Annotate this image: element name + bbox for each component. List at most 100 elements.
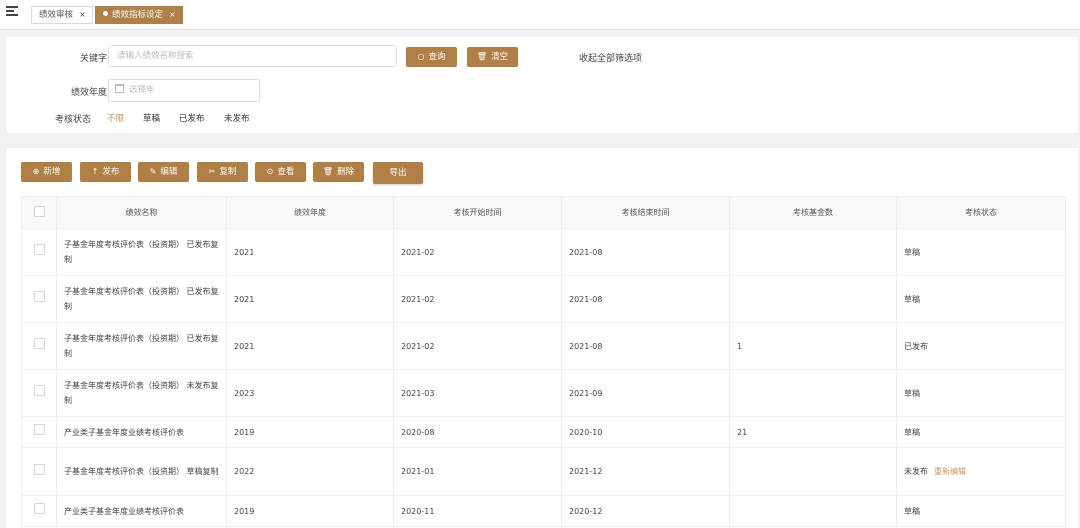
column-header-name[interactable]: 绩效名称 (56, 196, 227, 229)
search-icon: ○ (417, 52, 425, 61)
cell-year: 2021 (226, 275, 394, 323)
row-checkbox[interactable] (33, 385, 45, 396)
status-text: 草稿 (904, 427, 920, 437)
search-button[interactable]: ○ 查询 (406, 47, 457, 67)
column-header-status[interactable]: 考核状态 (896, 196, 1066, 229)
cell-start: 2021-03 (393, 369, 562, 417)
edit-button[interactable]: ✎ 编辑 (138, 162, 189, 182)
column-header-year[interactable]: 绩效年度 (226, 196, 394, 229)
copy-button-label: 复制 (219, 167, 237, 177)
cell-name: 产业类子基金年度业绩考核评价表 (56, 416, 227, 448)
close-icon[interactable]: × (169, 10, 176, 19)
cell-name: 子基金年度考核评价表（投资期） 已发布复制 (56, 322, 227, 370)
status-text: 草稿 (904, 388, 920, 398)
row-checkbox[interactable] (33, 503, 45, 514)
column-header-start[interactable]: 考核开始时间 (393, 196, 562, 229)
cell-end: 2020-10 (561, 416, 730, 448)
publish-button-label: 发布 (102, 167, 120, 177)
status-option-published[interactable]: 已发布 (179, 112, 205, 124)
status-option-unpublished[interactable]: 未发布 (224, 112, 250, 124)
cell-start: 2021-01 (393, 447, 562, 496)
row-select[interactable] (21, 228, 57, 276)
row-select[interactable] (21, 275, 57, 323)
row-select[interactable] (21, 416, 57, 448)
status-text: 草稿 (904, 294, 920, 304)
row-checkbox[interactable] (33, 424, 45, 435)
view-button[interactable]: ⊙ 查看 (255, 162, 306, 182)
status-option-all[interactable]: 不限 (107, 112, 124, 124)
export-button[interactable]: 导出 (373, 162, 423, 184)
clear-button-label: 清空 (491, 52, 509, 62)
view-button-label: 查看 (277, 167, 295, 177)
copy-button[interactable]: ✂ 复制 (197, 162, 248, 182)
row-select[interactable] (21, 447, 57, 496)
header-select-all[interactable] (21, 196, 57, 229)
table-row[interactable]: 子基金年度考核评价表（投资期） 未发布复制 2023 2021-03 2021-… (21, 369, 1066, 417)
table-row[interactable]: 子基金年度考核评价表（投资期） 已发布复制 2021 2021-02 2021-… (21, 322, 1066, 370)
row-checkbox[interactable] (33, 463, 45, 475)
table-row[interactable]: 子基金年度考核评价表（投资期） 草稿复制 2022 2021-01 2021-1… (21, 447, 1066, 496)
cell-fund-count (729, 447, 897, 496)
edit-icon: ✎ (149, 167, 157, 176)
status-text: 草稿 (904, 506, 920, 516)
table-row[interactable]: 产业类子基金年度业绩考核评价表 2019 2020-11 2020-12 草稿 (21, 495, 1066, 527)
tab-performance-review[interactable]: 绩效审核 × (31, 6, 93, 24)
filter-panel: 关键字 ○查询 🗑︎清空 收起全部筛选项 绩效年度 选择年 考核状态 不限 草稿… (7, 37, 1078, 133)
plus-circle-icon: ⊕ (32, 167, 40, 176)
row-checkbox[interactable] (33, 244, 45, 255)
cell-start: 2021-02 (393, 275, 562, 323)
status-text: 草稿 (904, 247, 920, 257)
tab-indicator-setting[interactable]: 绩效指标设定 × (95, 6, 183, 24)
select-all-checkbox[interactable] (33, 206, 45, 217)
clear-button[interactable]: 🗑︎ 清空 (467, 47, 518, 67)
trash-icon: 🗑︎ (476, 52, 488, 61)
row-select[interactable] (21, 369, 57, 417)
column-header-end[interactable]: 考核结束时间 (561, 196, 730, 229)
cell-status: 已发布 (896, 322, 1066, 370)
cell-end: 2021-08 (561, 322, 730, 370)
cell-status: 草稿 (896, 495, 1066, 527)
menu-toggle-icon[interactable] (6, 6, 18, 18)
status-option-draft[interactable]: 草稿 (143, 112, 160, 124)
keyword-search-input[interactable] (108, 45, 397, 67)
search-button-label: 查询 (428, 52, 446, 62)
cell-start: 2021-02 (393, 228, 562, 276)
delete-button[interactable]: 🗑︎ 删除 (313, 162, 364, 182)
row-select[interactable] (21, 322, 57, 370)
cell-status: 草稿 (896, 275, 1066, 323)
cell-year: 2019 (226, 495, 394, 527)
collapse-filters-link[interactable]: 收起全部筛选项 (579, 51, 642, 64)
cell-name: 子基金年度考核评价表（投资期） 草稿复制 (56, 447, 227, 496)
row-checkbox[interactable] (33, 291, 45, 302)
row-select[interactable] (21, 495, 57, 527)
zoom-icon: ⊙ (266, 167, 274, 176)
row-checkbox[interactable] (33, 338, 45, 349)
edit-button-label: 编辑 (160, 167, 178, 177)
re-edit-link[interactable]: 重新编辑 (934, 467, 966, 476)
delete-button-label: 删除 (337, 167, 355, 177)
table-row[interactable]: 子基金年度考核评价表（投资期） 已发布复制 2021 2021-02 2021-… (21, 275, 1066, 323)
cell-status: 草稿 (896, 228, 1066, 276)
performance-table: 绩效名称 绩效年度 考核开始时间 考核结束时间 考核基金数 考核状态 子基金年度… (21, 196, 1066, 527)
cell-fund-count (729, 275, 897, 323)
year-picker[interactable]: 选择年 (108, 79, 260, 102)
close-icon[interactable]: × (79, 10, 86, 19)
cell-end: 2021-08 (561, 228, 730, 276)
add-button[interactable]: ⊕ 新增 (21, 162, 72, 182)
add-button-label: 新增 (43, 167, 61, 177)
cell-year: 2023 (226, 369, 394, 417)
column-header-fund-count[interactable]: 考核基金数 (729, 196, 897, 229)
arrow-up-icon: ↑ (91, 167, 99, 176)
table-row[interactable]: 子基金年度考核评价表（投资期） 已发布复制 2021 2021-02 2021-… (21, 228, 1066, 276)
publish-button[interactable]: ↑ 发布 (80, 162, 131, 182)
trash-icon: 🗑︎ (322, 167, 334, 176)
table-row[interactable]: 产业类子基金年度业绩考核评价表 2019 2020-08 2020-10 21 … (21, 416, 1066, 448)
top-tab-bar: 绩效审核 × 绩效指标设定 × (0, 0, 1080, 30)
tab-label: 绩效指标设定 (112, 10, 164, 20)
cell-name: 子基金年度考核评价表（投资期） 已发布复制 (56, 275, 227, 323)
keyword-label: 关键字 (79, 54, 107, 64)
status-label: 考核状态 (55, 115, 92, 125)
cell-status: 草稿 (896, 369, 1066, 417)
cell-year: 2019 (226, 416, 394, 448)
cell-fund-count (729, 228, 897, 276)
